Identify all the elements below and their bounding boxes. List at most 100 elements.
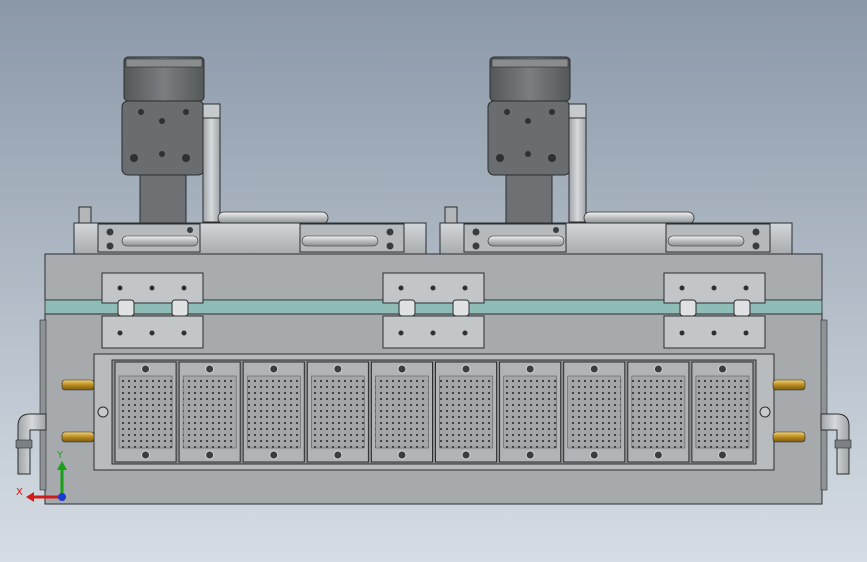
elbow-right-collar — [834, 439, 852, 449]
tray-module[interactable] — [370, 361, 433, 463]
tray-hole-grid — [375, 375, 429, 449]
tray-module[interactable] — [691, 361, 754, 463]
screw-icon — [525, 118, 531, 124]
screw-icon — [269, 364, 279, 374]
coupling-housing-left — [139, 174, 187, 224]
upper-carriage-left[interactable] — [73, 222, 427, 256]
rod-segment — [667, 235, 745, 247]
guide-rail-left — [202, 103, 221, 223]
screw-icon — [589, 364, 599, 374]
screw-icon — [333, 450, 343, 460]
screw-icon — [398, 330, 404, 336]
tray-module[interactable] — [563, 361, 626, 463]
screw-icon — [117, 285, 123, 291]
screw-icon — [430, 330, 436, 336]
screw-icon — [752, 242, 760, 250]
motor-cap-right — [491, 58, 569, 68]
screw-icon — [159, 118, 165, 124]
locator-pin-right — [759, 406, 771, 418]
hinge-knuckle — [117, 299, 135, 317]
hinge-knuckle — [733, 299, 751, 317]
screw-icon — [182, 154, 190, 162]
motor-flange-right — [487, 100, 571, 176]
screw-icon — [117, 330, 123, 336]
screw-icon — [205, 364, 215, 374]
motor-cap-left — [125, 58, 203, 68]
locator-pin-left — [97, 406, 109, 418]
tray-module[interactable] — [306, 361, 369, 463]
side-flange-right — [820, 319, 828, 491]
rod-segment — [487, 235, 565, 247]
screw-icon — [549, 109, 555, 115]
screw-icon — [525, 450, 535, 460]
screw-icon — [181, 285, 187, 291]
hinge-knuckle — [171, 299, 189, 317]
triad-y-label: Y — [56, 450, 64, 461]
tray-hole-grid — [503, 375, 558, 449]
tray-module[interactable] — [114, 361, 177, 463]
screw-icon — [269, 450, 279, 460]
cad-viewport[interactable]: X Y — [0, 0, 867, 562]
tray-hole-grid — [246, 375, 301, 449]
brass-fitting-top-left — [61, 379, 95, 391]
guide-rail-right — [568, 103, 587, 223]
tray-hole-grid — [118, 375, 173, 449]
screw-icon — [504, 109, 510, 115]
screw-icon — [386, 242, 394, 250]
tray-hole-grid — [182, 375, 237, 449]
screw-icon — [553, 227, 559, 233]
triad-z-origin — [58, 493, 66, 501]
screw-icon — [141, 364, 151, 374]
guide-rail-cap-left — [202, 103, 221, 119]
screw-icon — [141, 450, 151, 460]
tray-hole-grid — [439, 375, 493, 449]
hinge-knuckle — [679, 299, 697, 317]
upper-carriage-right[interactable] — [439, 222, 793, 256]
screw-icon — [183, 109, 189, 115]
post-right — [444, 206, 458, 226]
tray-module[interactable] — [627, 361, 690, 463]
screw-icon — [653, 450, 663, 460]
side-flange-left — [39, 319, 47, 491]
motor-flange-left — [121, 100, 205, 176]
guide-rail-cap-right — [568, 103, 587, 119]
screw-icon — [205, 450, 215, 460]
screw-icon — [743, 330, 749, 336]
screw-icon — [149, 285, 155, 291]
screw-icon — [149, 330, 155, 336]
screw-icon — [462, 285, 468, 291]
tray-module[interactable] — [499, 361, 562, 463]
tray-hole-grid — [631, 375, 686, 449]
screw-icon — [472, 242, 480, 250]
screw-icon — [711, 285, 717, 291]
tray-module[interactable] — [435, 361, 498, 463]
screw-icon — [106, 242, 114, 250]
screw-icon — [717, 364, 727, 374]
guide-rod-left — [217, 211, 329, 225]
screw-icon — [462, 330, 468, 336]
screw-icon — [548, 154, 556, 162]
screw-icon — [472, 228, 480, 236]
screw-icon — [181, 330, 187, 336]
rod-segment — [301, 235, 379, 247]
screw-icon — [653, 364, 663, 374]
tray-module[interactable] — [242, 361, 305, 463]
hinge-knuckle — [398, 299, 416, 317]
screw-icon — [717, 450, 727, 460]
screw-icon — [525, 364, 535, 374]
cad-assembly-front-view: X Y — [0, 0, 867, 562]
post-left — [78, 206, 92, 226]
screw-icon — [397, 450, 407, 460]
screw-icon — [711, 330, 717, 336]
triad-x-label: X — [16, 487, 23, 498]
screw-icon — [333, 364, 343, 374]
rod-segment — [121, 235, 199, 247]
screw-icon — [130, 154, 138, 162]
tray-module[interactable] — [178, 361, 241, 463]
brass-fitting-top-right — [772, 379, 806, 391]
screw-icon — [752, 228, 760, 236]
screw-icon — [525, 151, 531, 157]
screw-icon — [679, 330, 685, 336]
brass-fitting-bottom-right — [772, 431, 806, 443]
screw-icon — [430, 285, 436, 291]
